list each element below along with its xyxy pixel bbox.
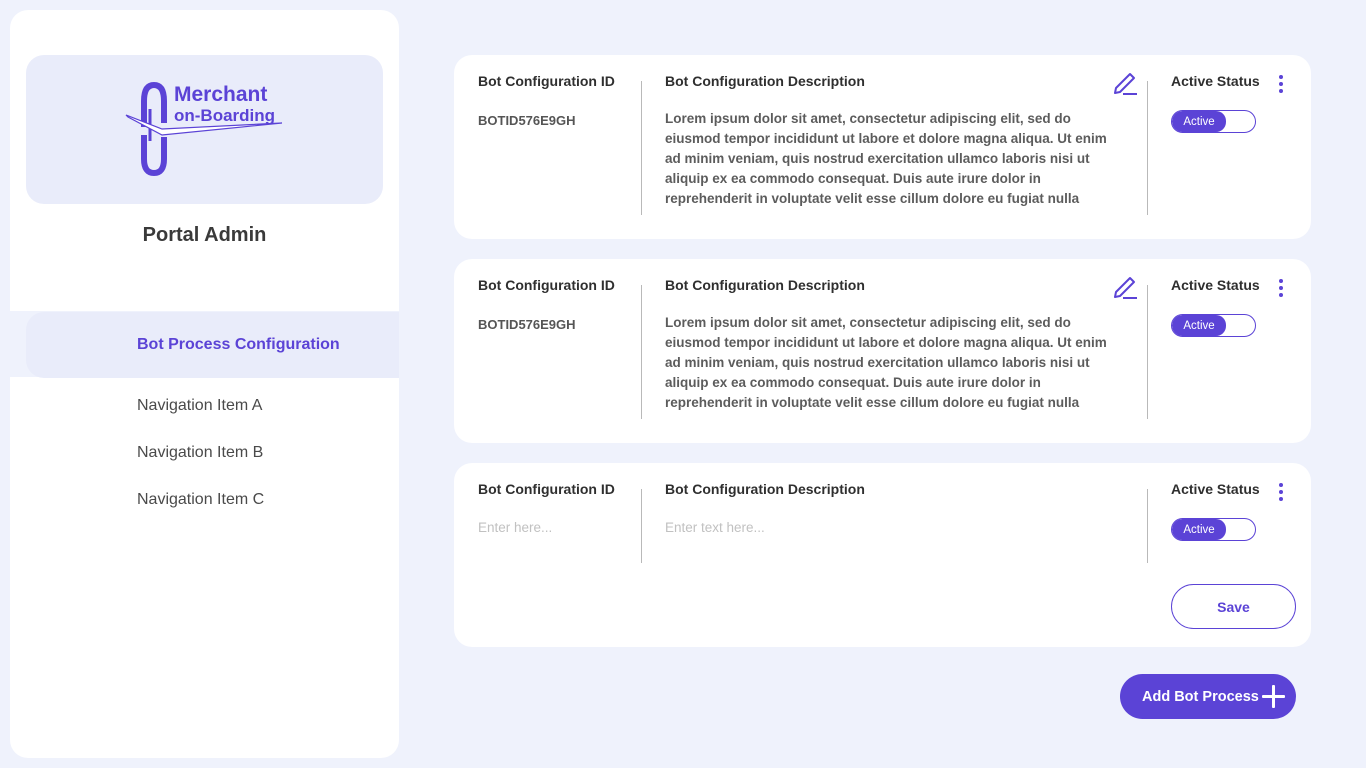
bot-config-id-value: BOTID576E9GH: [478, 113, 576, 128]
new-bot-config-card: Bot Configuration ID Enter here... Bot C…: [454, 463, 1311, 647]
id-column-header: Bot Configuration ID: [478, 73, 615, 89]
edit-icon[interactable]: [1111, 272, 1139, 300]
sidebar-item-bot-process-configuration[interactable]: Bot Process Configuration: [26, 312, 399, 378]
active-status-toggle[interactable]: Active: [1171, 110, 1256, 133]
more-options-icon[interactable]: [1277, 279, 1285, 299]
add-bot-process-label: Add Bot Process: [1142, 688, 1259, 705]
toggle-label: Active: [1172, 315, 1226, 336]
status-column-header: Active Status: [1171, 73, 1260, 89]
active-status-toggle[interactable]: Active: [1171, 518, 1256, 541]
id-column-header: Bot Configuration ID: [478, 481, 615, 497]
active-status-toggle[interactable]: Active: [1171, 314, 1256, 337]
save-button[interactable]: Save: [1171, 584, 1296, 629]
description-column-header: Bot Configuration Description: [665, 481, 865, 497]
sidebar-item-b[interactable]: Navigation Item B: [137, 444, 263, 462]
more-options-icon[interactable]: [1277, 483, 1285, 503]
logo-text-line2: on-Boarding: [174, 106, 275, 125]
id-column-header: Bot Configuration ID: [478, 277, 615, 293]
bot-config-card: Bot Configuration ID BOTID576E9GH Bot Co…: [454, 55, 1311, 239]
column-divider: [1147, 489, 1148, 563]
toggle-label: Active: [1172, 519, 1226, 540]
portal-title: Portal Admin: [142, 224, 267, 246]
toggle-label: Active: [1172, 111, 1226, 132]
bot-config-id-input[interactable]: Enter here...: [478, 520, 552, 535]
bot-config-description-input[interactable]: Enter text here...: [665, 520, 765, 535]
more-options-icon[interactable]: [1277, 75, 1285, 95]
column-divider: [641, 81, 642, 215]
edit-icon[interactable]: [1111, 68, 1139, 96]
bot-config-card: Bot Configuration ID BOTID576E9GH Bot Co…: [454, 259, 1311, 443]
column-divider: [1147, 285, 1148, 419]
add-bot-process-button[interactable]: Add Bot Process: [1120, 674, 1296, 719]
column-divider: [641, 489, 642, 563]
logo-text-line1: Merchant: [174, 83, 267, 106]
sidebar-item-a[interactable]: Navigation Item A: [137, 397, 262, 415]
plus-icon: [1261, 684, 1286, 709]
logo-card: Merchant on-Boarding: [26, 55, 383, 204]
bot-config-description-value: Lorem ipsum dolor sit amet, consectetur …: [665, 315, 1107, 410]
merchant-onboarding-logo: Merchant on-Boarding: [125, 81, 283, 177]
sidebar-item-label: Bot Process Configuration: [137, 336, 340, 353]
column-divider: [1147, 81, 1148, 215]
column-divider: [641, 285, 642, 419]
bot-config-id-value: BOTID576E9GH: [478, 317, 576, 332]
status-column-header: Active Status: [1171, 481, 1260, 497]
sidebar: Merchant on-Boarding Portal Admin Bot Pr…: [10, 10, 399, 758]
description-column-header: Bot Configuration Description: [665, 277, 865, 293]
sidebar-item-c[interactable]: Navigation Item C: [137, 491, 264, 509]
bot-config-description-value: Lorem ipsum dolor sit amet, consectetur …: [665, 111, 1107, 206]
status-column-header: Active Status: [1171, 277, 1260, 293]
description-column-header: Bot Configuration Description: [665, 73, 865, 89]
